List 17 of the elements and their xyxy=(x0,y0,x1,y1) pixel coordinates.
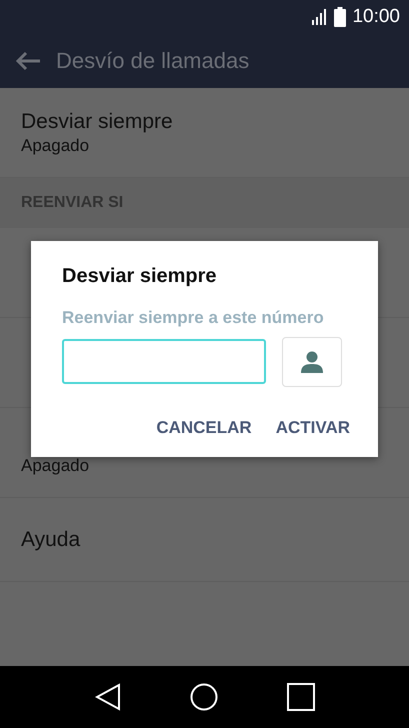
setting-title: Ayuda xyxy=(21,526,82,553)
dialog-button[interactable]: ACTIVAR xyxy=(276,414,350,440)
clock: 10:00 xyxy=(352,7,400,26)
dialog-button[interactable]: CANCELAR xyxy=(156,414,252,440)
setting-title: Desviar siempre xyxy=(21,108,174,135)
signal-icon xyxy=(312,8,328,25)
number-field[interactable] xyxy=(62,339,266,384)
screen-title: Desvío de llamadas xyxy=(56,47,250,75)
setting-status: Apagado xyxy=(21,135,90,158)
person-icon xyxy=(301,350,323,372)
recent-apps-icon[interactable] xyxy=(286,683,314,711)
field-label: Reenviar siempre a este número xyxy=(62,307,325,329)
home-icon[interactable] xyxy=(190,683,218,711)
contact-button[interactable] xyxy=(282,336,342,386)
dialog-title: Desviar siempre xyxy=(62,264,218,289)
setting-status: Apagado xyxy=(21,454,90,477)
battery-icon xyxy=(334,6,346,26)
